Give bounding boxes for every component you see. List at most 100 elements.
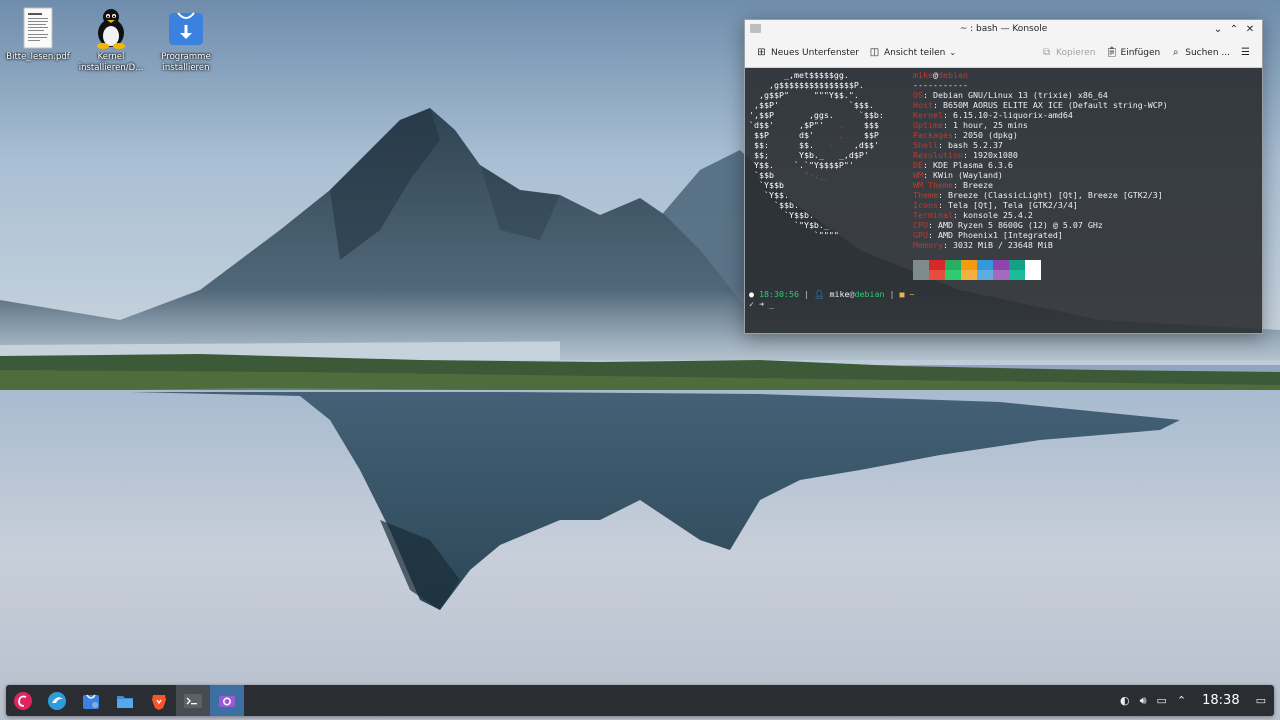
taskbar-discover-button[interactable] [74, 685, 108, 716]
fastfetch-key: Memory [913, 240, 943, 250]
brightness-icon[interactable]: ◐ [1120, 694, 1130, 707]
desktop-icon-label: Bitte_lesen.pdf [6, 52, 70, 62]
paste-icon: 📋︎ [1105, 47, 1119, 58]
fastfetch-user: mike [913, 70, 933, 80]
fastfetch-value: 2050 (dpkg) [962, 130, 1018, 140]
color-swatch [929, 260, 945, 280]
color-swatch [961, 260, 977, 280]
konsole-app-icon[interactable] [750, 24, 761, 33]
fastfetch-value: Breeze [962, 180, 993, 190]
display-icon[interactable]: ▭ [1157, 694, 1167, 707]
taskbar-clock[interactable]: 18:38 [1202, 693, 1239, 708]
fastfetch-key: Host [913, 100, 933, 110]
tux-linux-icon [91, 6, 131, 50]
prompt-dir: ~ [909, 289, 915, 299]
clock-icon: ● [749, 289, 754, 299]
konsole-window[interactable]: ~ : bash — Konsole ⌄ ⌃ ✕ ⊞ Neues Unterfe… [744, 19, 1263, 334]
minimize-button[interactable]: ⌄ [1210, 20, 1226, 38]
show-desktop-icon[interactable]: ▭ [1256, 694, 1266, 707]
fastfetch-key: Packages [913, 130, 953, 140]
desktop-icon-pdf[interactable]: Bitte_lesen.pdf [0, 2, 76, 63]
desktop-icon-label: Kernel installieren/D... [78, 52, 144, 73]
fastfetch-key: WM [913, 170, 923, 180]
chevron-down-icon: ⌄ [1213, 23, 1223, 35]
desktop-icon-programme[interactable]: Programme installieren [148, 2, 224, 74]
color-swatch [993, 260, 1009, 280]
new-tab-label: Neues Unterfenster [771, 47, 859, 58]
close-button[interactable]: ✕ [1242, 20, 1258, 38]
taskbar-brave-button[interactable] [142, 685, 176, 716]
maximize-button[interactable]: ⌃ [1226, 20, 1242, 38]
color-swatch [1025, 260, 1041, 280]
fastfetch-host: debian [937, 70, 968, 80]
window-titlebar[interactable]: ~ : bash — Konsole ⌄ ⌃ ✕ [745, 20, 1262, 38]
hamburger-menu-icon: ☰ [1241, 47, 1250, 58]
split-view-button[interactable]: ◫ Ansicht teilen ⌄ [864, 44, 961, 61]
fastfetch-value: Debian GNU/Linux 13 (trixie) x86_64 [933, 90, 1108, 100]
fastfetch-value: konsole 25.4.2 [962, 210, 1033, 220]
fastfetch-value: Tela [Qt], Tela [GTK2/3/4] [947, 200, 1078, 210]
desktop-icon-kernel[interactable]: Kernel installieren/D... [73, 2, 149, 74]
taskbar: ◐ 🔊︎ ▭ ⌃ 18:38 ▭ [6, 685, 1274, 716]
volume-icon[interactable]: 🔊︎ [1140, 694, 1147, 708]
new-tab-button[interactable]: ⊞ Neues Unterfenster [751, 44, 864, 61]
fastfetch-value: 6.15.10-2-liquorix-amd64 [952, 110, 1073, 120]
debian-menu-icon [14, 691, 32, 710]
konsole-toolbar: ⊞ Neues Unterfenster ◫ Ansicht teilen ⌄ … [745, 38, 1262, 68]
download-installer-icon [166, 6, 206, 50]
fastfetch-key: OS [913, 90, 923, 100]
chevron-up-icon: ⌃ [1229, 23, 1239, 35]
fastfetch-value: 1920x1080 [972, 150, 1018, 160]
find-button[interactable]: ⌕ Suchen ... [1165, 44, 1235, 61]
fastfetch-key: Shell [913, 140, 938, 150]
user-icon: 👤︎ [813, 289, 825, 299]
fastfetch-value: AMD Phoenix1 [Integrated] [938, 230, 1063, 240]
prompt-time: 18:30:56 [759, 289, 799, 299]
fastfetch-value: AMD Ryzen 5 8600G (12) @ 5.07 GHz [938, 220, 1103, 230]
hamburger-menu-button[interactable]: ☰ [1235, 44, 1256, 61]
fastfetch-value: Breeze (ClassicLight) [Qt], Breeze [GTK2… [947, 190, 1163, 200]
terminal-area[interactable]: _,met$$$$$gg. ,g$$$$$$$$$$$$$$$P. ,g$$P"… [745, 68, 1262, 333]
debian-ascii-logo: _,met$$$$$gg. ,g$$$$$$$$$$$$$$$P. ,g$$P"… [749, 70, 884, 240]
app-launcher-button[interactable] [6, 685, 40, 716]
close-icon: ✕ [1245, 23, 1255, 35]
split-view-icon: ◫ [869, 47, 880, 58]
taskbar-konsole-button[interactable] [176, 685, 210, 716]
fastfetch-key: CPU [913, 220, 928, 230]
copy-button[interactable]: ⧉ Kopieren [1036, 44, 1100, 61]
new-tab-icon: ⊞ [757, 47, 766, 58]
color-swatch [1009, 260, 1025, 280]
shell-prompt: ● 18:30:56 | 👤︎ mike@debian | ■ ~ [749, 289, 915, 299]
prompt-input-line[interactable]: ✓ ➜ _ [749, 299, 774, 309]
chevron-down-icon: ⌄ [949, 48, 957, 57]
taskbar-files-button[interactable] [108, 685, 142, 716]
discover-store-icon [83, 694, 99, 709]
color-swatch [913, 260, 929, 280]
taskbar-browser-button[interactable] [40, 685, 74, 716]
system-tray: ◐ 🔊︎ ▭ ⌃ 18:38 ▭ [1120, 685, 1266, 716]
fastfetch-key: Terminal [913, 210, 953, 220]
fastfetch-key: Theme [913, 190, 938, 200]
fastfetch-value: 3032 MiB / 23648 MiB [952, 240, 1053, 250]
fastfetch-info: mike@debian ----------- OS: Debian GNU/L… [913, 70, 1168, 250]
folder-icon: ■ [899, 289, 905, 299]
browser-icon [48, 691, 66, 710]
pdf-document-icon [18, 6, 58, 50]
prompt-host: debian [854, 289, 885, 299]
fastfetch-key: WM Theme [913, 180, 953, 190]
konsole-terminal-icon [184, 693, 202, 708]
taskbar-spectacle-button[interactable] [210, 685, 244, 716]
paste-button[interactable]: 📋︎ Einfügen [1101, 44, 1166, 61]
fastfetch-key: Kernel [913, 110, 943, 120]
tray-expand-icon[interactable]: ⌃ [1177, 694, 1186, 707]
brave-browser-icon [152, 694, 166, 710]
color-palette [913, 260, 1041, 280]
color-swatch [977, 260, 993, 280]
copy-icon: ⧉ [1042, 47, 1051, 58]
fastfetch-separator: ----------- [913, 80, 968, 90]
window-title: ~ : bash — Konsole [959, 24, 1048, 34]
fastfetch-key: Uptime [913, 120, 943, 130]
fastfetch-value: 1 hour, 25 mins [952, 120, 1028, 130]
search-icon: ⌕ [1172, 47, 1179, 58]
split-view-label: Ansicht teilen [883, 47, 946, 58]
